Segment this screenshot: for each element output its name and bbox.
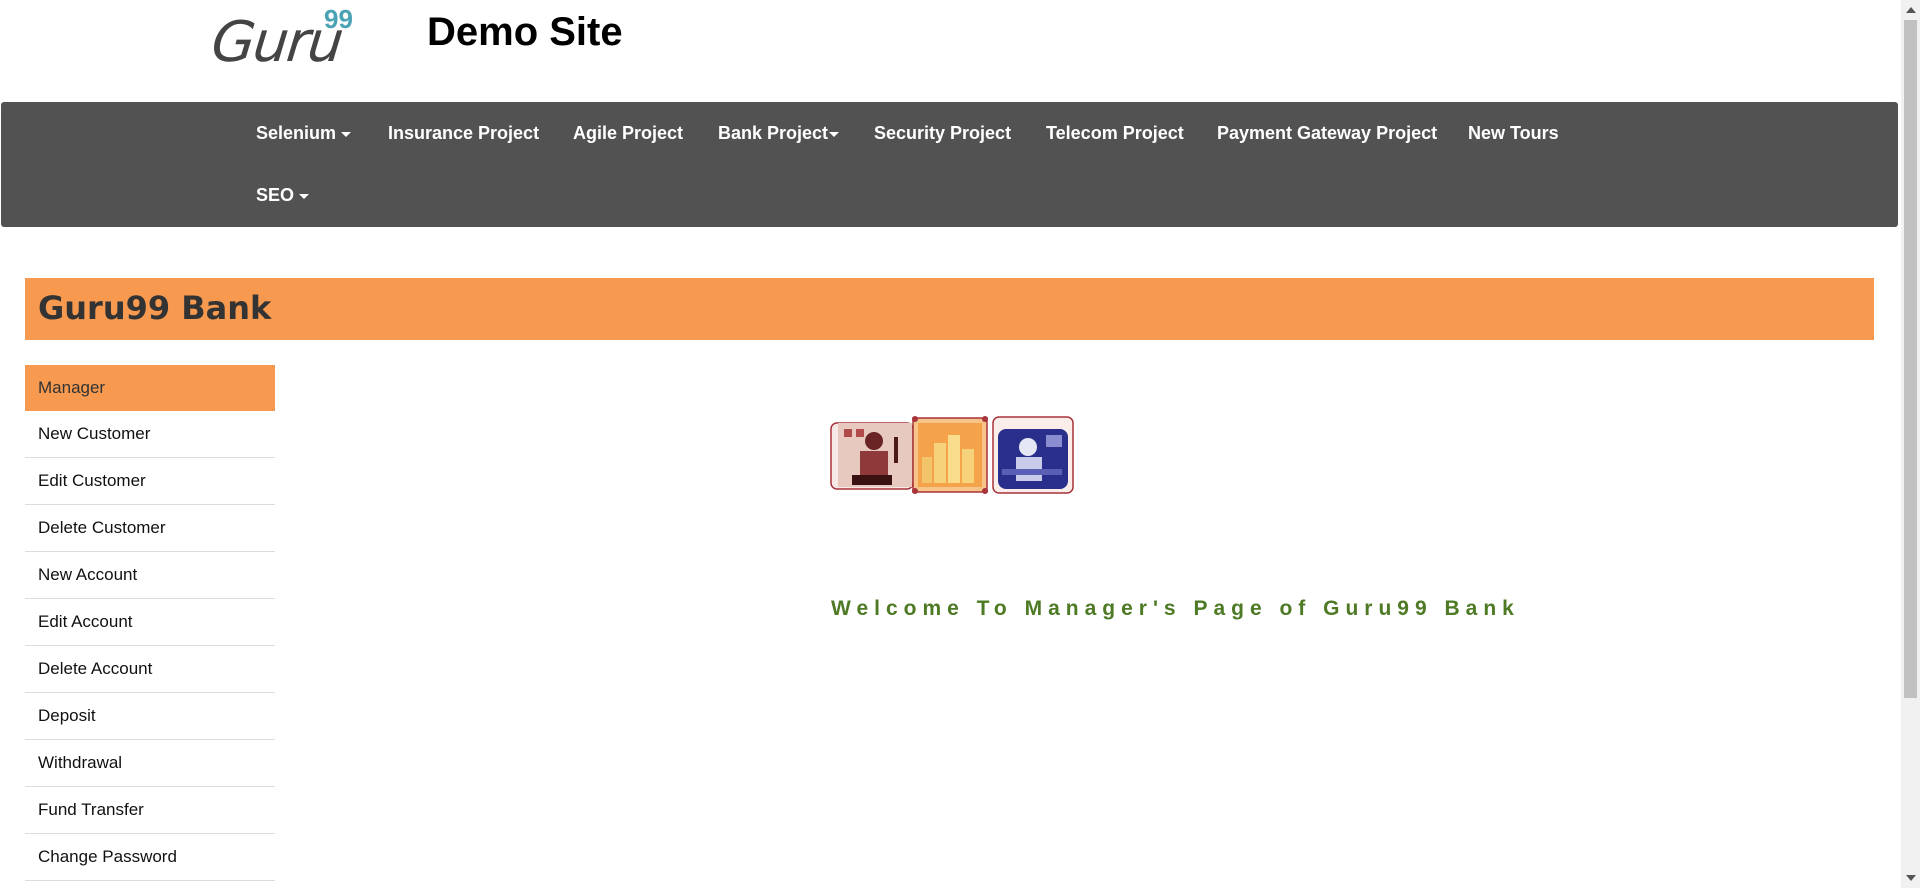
sidebar-item-edit-account[interactable]: Edit Account [25,599,275,646]
nav-item-label: Selenium [256,123,337,143]
nav-item-agile-project[interactable]: Agile Project [573,123,683,144]
bank-header: Guru99 Bank [25,278,1874,340]
sidebar-item-new-account[interactable]: New Account [25,552,275,599]
site-title: Demo Site [427,10,623,54]
sidebar-item-new-customer[interactable]: New Customer [25,411,275,458]
sidebar-item-label: Withdrawal [38,753,123,772]
nav-item-label: SEO [256,185,295,205]
nav-item-label: Bank Project [718,123,829,143]
nav-item-label: Agile Project [573,123,684,143]
nav-item-seo[interactable]: SEO [256,185,310,206]
coins-stack-image [912,416,988,494]
nav-item-payment-gateway-project[interactable]: Payment Gateway Project [1217,123,1437,144]
sidebar-item-deposit[interactable]: Deposit [25,693,275,740]
sidebar-item-label: Edit Customer [38,471,146,490]
sidebar-item-label: Edit Account [38,612,133,631]
nav-item-label: Telecom Project [1046,123,1184,143]
sidebar-item-label: Fund Transfer [38,800,144,819]
businesswoman-image [992,416,1074,494]
caret-down-icon [829,131,840,137]
welcome-message: Welcome To Manager's Page of Guru99 Bank [831,597,1520,620]
vertical-scrollbar[interactable] [1901,0,1920,888]
sidebar-item-edit-customer[interactable]: Edit Customer [25,458,275,505]
sidebar-item-label: Change Password [38,847,177,866]
sidebar-item-label: Delete Customer [38,518,166,537]
businessman-phone-image [830,422,914,490]
sidebar-item-withdrawal[interactable]: Withdrawal [25,740,275,787]
sidebar-item-label: Delete Account [38,659,153,678]
top-navbar: Selenium Insurance Project Agile Project… [1,102,1898,227]
sidebar-menu: Manager New Customer Edit Customer Delet… [25,365,275,881]
caret-down-icon [299,193,310,199]
nav-item-selenium[interactable]: Selenium [256,123,352,144]
nav-item-telecom-project[interactable]: Telecom Project [1046,123,1184,144]
sidebar-item-label: Deposit [38,706,96,725]
scrollbar-thumb[interactable] [1904,20,1917,698]
nav-item-label: Security Project [874,123,1012,143]
nav-item-bank-project[interactable]: Bank Project [718,123,840,144]
sidebar-item-label: New Customer [38,424,151,443]
nav-item-new-tours[interactable]: New Tours [1468,123,1559,144]
nav-item-insurance-project[interactable]: Insurance Project [388,123,539,144]
nav-item-label: New Tours [1468,123,1559,143]
guru99-logo[interactable]: Guru 99 [209,4,362,75]
nav-item-label: Insurance Project [388,123,540,143]
nav-item-label: Payment Gateway Project [1217,123,1438,143]
scroll-down-arrow-icon[interactable] [1906,875,1916,881]
sidebar-item-label: New Account [38,565,138,584]
sidebar-item-delete-customer[interactable]: Delete Customer [25,505,275,552]
page: Guru 99 Demo Site Selenium Insurance Pro… [0,0,1920,888]
sidebar-item-delete-account[interactable]: Delete Account [25,646,275,693]
caret-down-icon [341,131,352,137]
scroll-up-arrow-icon[interactable] [1906,7,1916,13]
nav-item-security-project[interactable]: Security Project [874,123,1011,144]
sidebar-item-change-password[interactable]: Change Password [25,834,275,881]
sidebar-item-manager[interactable]: Manager [25,365,275,411]
sidebar-item-fund-transfer[interactable]: Fund Transfer [25,787,275,834]
bank-banner-image [830,416,1074,494]
logo-superscript: 99 [324,4,353,34]
sidebar-item-label: Manager [38,378,106,397]
bank-title: Guru99 Bank [38,289,272,327]
